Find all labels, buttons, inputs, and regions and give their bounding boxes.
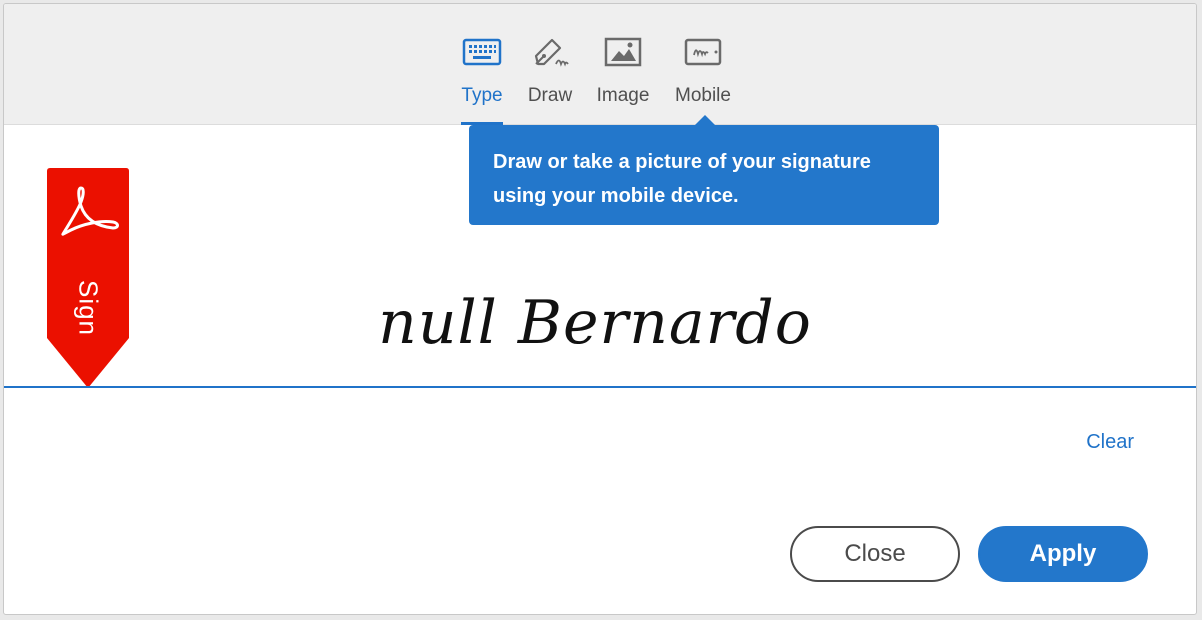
apply-button[interactable]: Apply bbox=[978, 526, 1148, 582]
mobile-icon bbox=[684, 38, 722, 66]
keyboard-icon bbox=[462, 38, 502, 66]
tooltip-line-1: Draw or take a picture of your signature bbox=[493, 151, 871, 173]
close-button[interactable]: Close bbox=[790, 526, 960, 582]
signature-mode-tabs: Type Draw Image Mobile bbox=[4, 4, 1196, 125]
tooltip-line-2: using your mobile device. bbox=[493, 185, 739, 207]
tab-type[interactable]: Type bbox=[461, 30, 503, 125]
signature-baseline bbox=[4, 386, 1196, 388]
mobile-tooltip: Draw or take a picture of your signature… bbox=[469, 115, 939, 225]
tab-mobile[interactable]: Mobile bbox=[672, 30, 734, 125]
signature-preview: null Bernardo bbox=[378, 288, 812, 358]
tab-image[interactable]: Image bbox=[596, 30, 650, 125]
tab-draw[interactable]: Draw bbox=[525, 30, 575, 125]
tab-type-label: Type bbox=[461, 85, 503, 106]
clear-button[interactable]: Clear bbox=[1086, 431, 1134, 454]
signature-dialog: Type Draw Image Mobile Draw or take a pi… bbox=[3, 3, 1197, 615]
tab-mobile-label: Mobile bbox=[675, 85, 731, 106]
image-icon bbox=[604, 37, 642, 67]
tab-image-label: Image bbox=[596, 85, 650, 106]
tab-draw-label: Draw bbox=[527, 85, 573, 106]
pen-icon bbox=[534, 38, 569, 67]
